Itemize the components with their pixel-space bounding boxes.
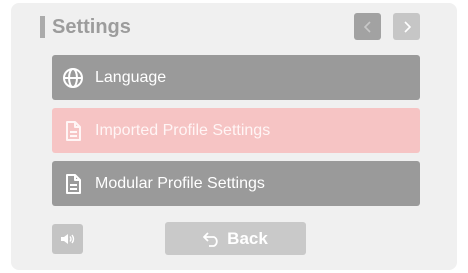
sound-toggle-button[interactable] <box>52 224 83 254</box>
document-icon <box>66 174 81 194</box>
menu-item-label: Modular Profile Settings <box>95 175 265 192</box>
menu-item-label: Language <box>95 69 167 86</box>
speaker-icon <box>60 234 74 244</box>
previous-page-button[interactable] <box>354 13 381 40</box>
next-page-button[interactable] <box>393 13 420 40</box>
menu-item-modular-profile-settings[interactable]: Modular Profile Settings <box>52 161 420 206</box>
menu-item-imported-profile-settings[interactable]: Imported Profile Settings <box>52 108 420 153</box>
menu-item-language[interactable]: Language <box>52 55 420 100</box>
document-icon <box>66 121 81 141</box>
page-title: Settings <box>52 16 131 38</box>
undo-arrow-icon <box>203 231 218 247</box>
back-button[interactable]: Back <box>165 222 306 255</box>
back-button-label: Back <box>227 228 268 248</box>
chevron-right-icon <box>403 20 411 33</box>
title-accent-bar <box>40 16 45 38</box>
globe-icon <box>63 68 83 88</box>
menu-item-label: Imported Profile Settings <box>95 122 271 139</box>
chevron-left-icon <box>363 20 371 33</box>
